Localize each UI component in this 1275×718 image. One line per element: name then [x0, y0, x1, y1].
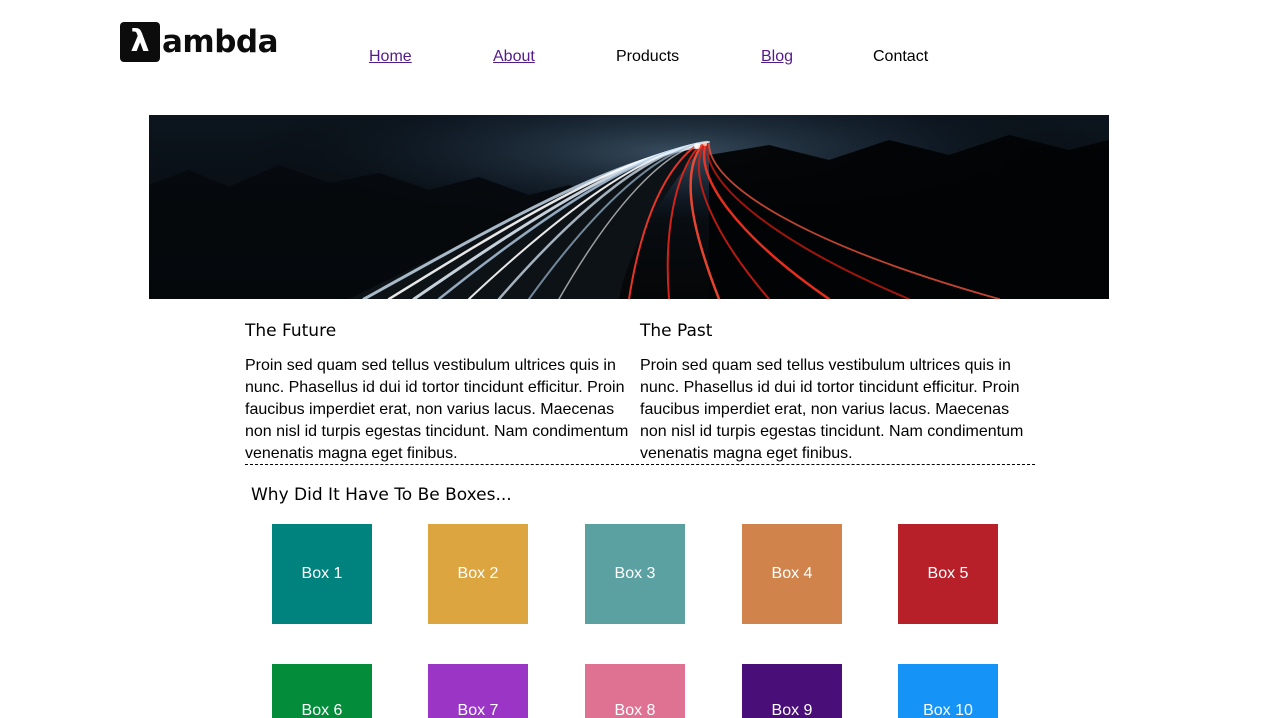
column-future: The Future Proin sed quam sed tellus ves… [245, 321, 637, 465]
box-label: Box 7 [457, 702, 499, 718]
hero-image [149, 115, 1109, 299]
box-6: Box 6 [272, 664, 372, 718]
logo[interactable]: λ ambda [120, 22, 279, 62]
box-label: Box 6 [301, 702, 343, 718]
box-label: Box 10 [923, 702, 973, 718]
box-3: Box 3 [585, 524, 685, 624]
box-label: Box 9 [771, 702, 813, 718]
column-title: The Future [245, 321, 337, 341]
light-trails-illustration [149, 115, 1109, 299]
column-title: The Past [640, 321, 713, 341]
column-body: Proin sed quam sed tellus vestibulum ult… [640, 357, 1024, 462]
box-9: Box 9 [742, 664, 842, 718]
nav-link-contact[interactable]: Contact [873, 47, 928, 67]
nav-link-home[interactable]: Home [369, 47, 412, 67]
box-10: Box 10 [898, 664, 998, 718]
box-4: Box 4 [742, 524, 842, 624]
column-body: Proin sed quam sed tellus vestibulum ult… [245, 357, 629, 462]
lambda-logo-icon: λ [120, 22, 160, 62]
boxes-section-title: Why Did It Have To Be Boxes... [251, 485, 512, 505]
nav-link-blog[interactable]: Blog [761, 47, 793, 67]
dashed-divider [245, 464, 1035, 465]
nav-link-about[interactable]: About [493, 47, 535, 67]
nav-link-products[interactable]: Products [616, 47, 679, 67]
box-1: Box 1 [272, 524, 372, 624]
box-5: Box 5 [898, 524, 998, 624]
box-label: Box 8 [614, 702, 656, 718]
logo-text: ambda [162, 24, 279, 60]
column-past: The Past Proin sed quam sed tellus vesti… [640, 321, 1032, 465]
box-7: Box 7 [428, 664, 528, 718]
box-2: Box 2 [428, 524, 528, 624]
box-8: Box 8 [585, 664, 685, 718]
